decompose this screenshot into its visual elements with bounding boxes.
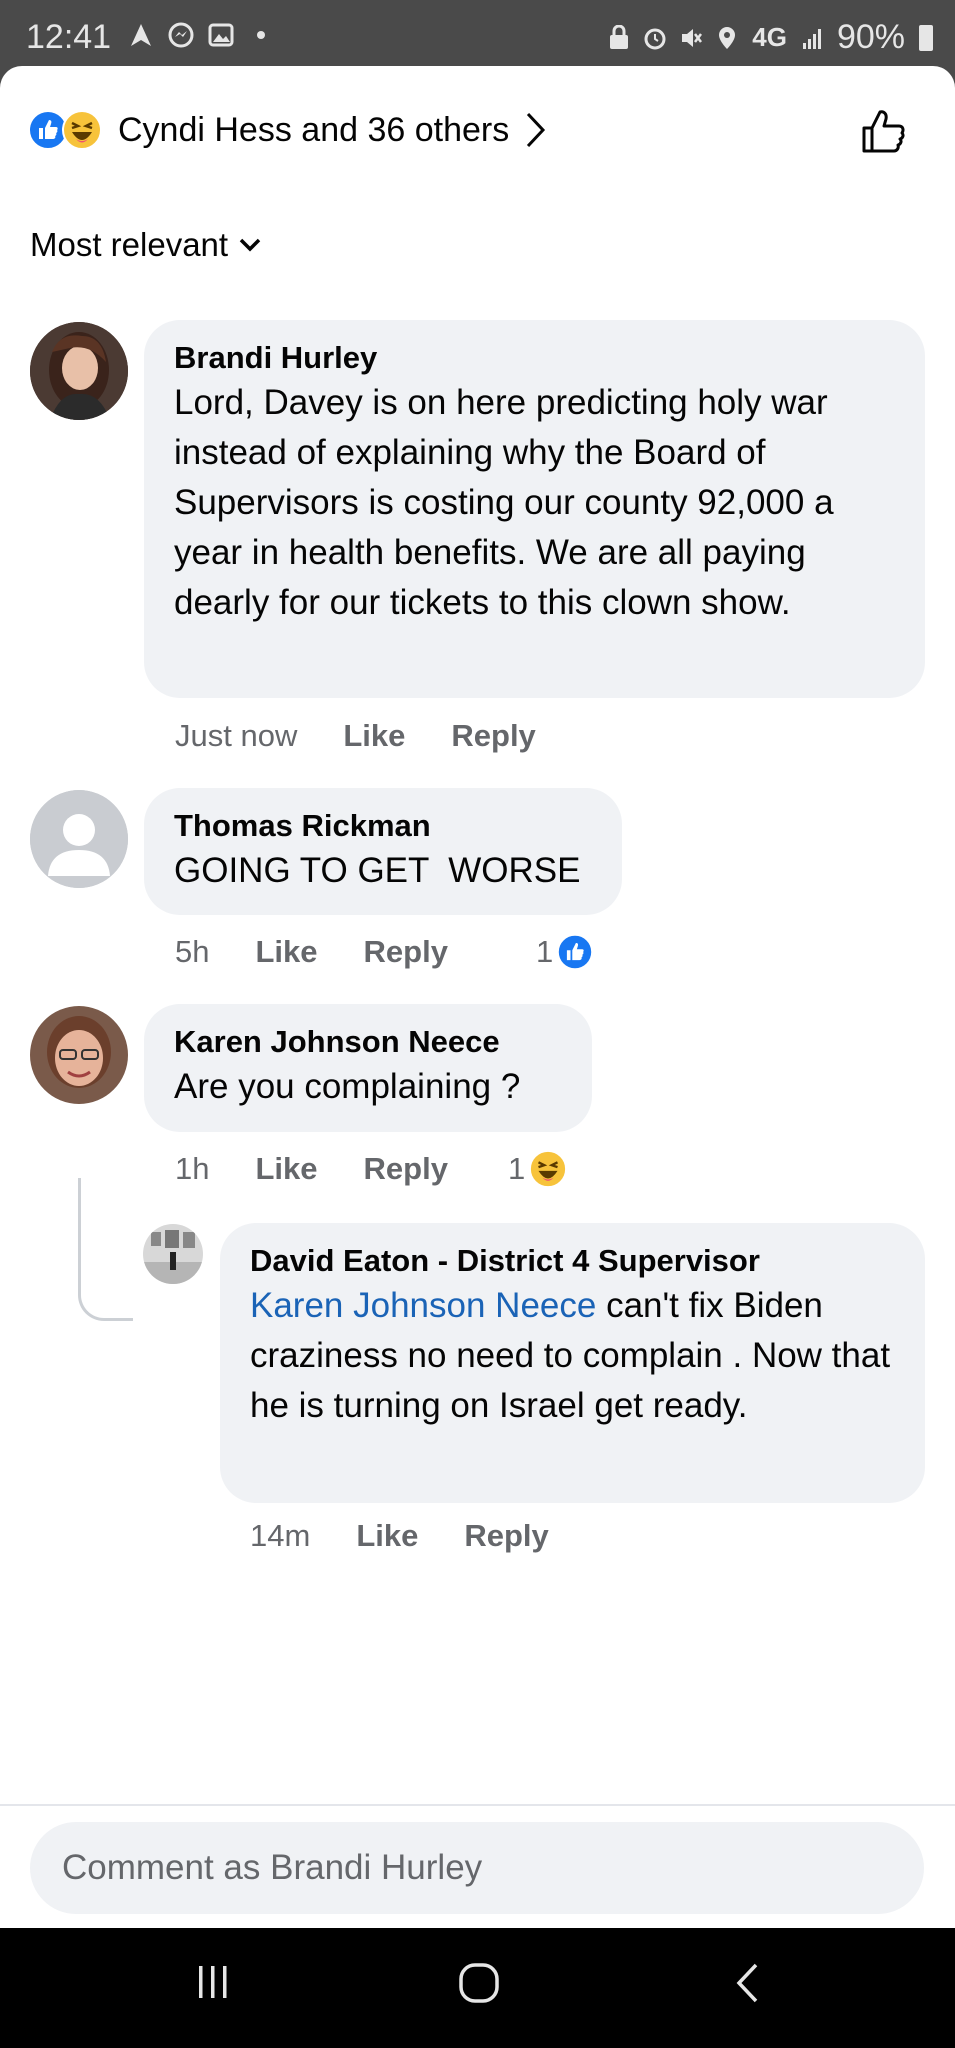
system-icons: 4G 90%	[608, 18, 933, 57]
comment-bubble: Karen Johnson Neece Are you complaining …	[144, 1004, 592, 1132]
reply-bubble: David Eaton - District 4 Supervisor Kare…	[220, 1223, 925, 1503]
like-button[interactable]: Like	[343, 718, 405, 754]
back-icon[interactable]	[734, 1962, 760, 2004]
comment-input[interactable]: Comment as Brandi Hurley	[30, 1822, 924, 1914]
avatar[interactable]	[30, 790, 128, 888]
comment-time: Just now	[175, 718, 298, 753]
sort-label: Most relevant	[30, 226, 229, 263]
reply-button[interactable]: Reply	[451, 718, 535, 754]
comment-actions: 14m Like Reply	[250, 1518, 595, 1554]
thumbs-up-icon[interactable]	[859, 106, 909, 156]
battery-percent: 90%	[836, 18, 905, 56]
comment-author[interactable]: Karen Johnson Neece	[174, 1022, 562, 1062]
status-time: 12:41	[26, 18, 112, 56]
comment-time: 5h	[175, 934, 210, 969]
reply-button[interactable]: Reply	[364, 1151, 448, 1187]
comment-author[interactable]: Thomas Rickman	[174, 806, 592, 846]
default-avatar-icon	[30, 790, 128, 888]
reply-button[interactable]: Reply	[464, 1518, 548, 1554]
avatar[interactable]	[30, 1006, 128, 1104]
comment-bubble: Brandi Hurley Lord, Davey is on here pre…	[144, 320, 925, 698]
home-icon[interactable]	[458, 1962, 500, 2004]
avatar[interactable]	[143, 1224, 203, 1284]
reply-thread-line	[78, 1178, 133, 1321]
profile-photo	[30, 1006, 128, 1104]
reactions-summary[interactable]: Cyndi Hess and 36 others	[28, 108, 547, 152]
reply-button[interactable]: Reply	[364, 934, 448, 970]
comment-text: Are you complaining ?	[174, 1067, 521, 1106]
comment-input-placeholder: Comment as Brandi Hurley	[62, 1848, 483, 1887]
notification-icons	[128, 22, 274, 48]
reaction-count[interactable]: 1	[507, 1150, 568, 1188]
location-icon	[719, 26, 736, 49]
like-button[interactable]: Like	[255, 934, 317, 970]
reactions-text: Cyndi Hess and 36 others	[118, 110, 510, 149]
navigation-icon	[131, 24, 151, 46]
status-bar: 12:41 4G 90%	[0, 0, 955, 66]
mention-link[interactable]: Karen Johnson Neece	[250, 1286, 596, 1325]
chevron-down-icon	[239, 238, 261, 252]
reaction-icons	[28, 108, 106, 152]
comment-actions: 5h Like Reply 1	[175, 934, 594, 970]
profile-photo	[30, 322, 128, 420]
recent-apps-icon[interactable]	[196, 1962, 230, 2002]
comment-author[interactable]: David Eaton - District 4 Supervisor	[250, 1241, 895, 1281]
reaction-count[interactable]: 1	[535, 934, 594, 970]
reaction-count-number: 1	[507, 1151, 526, 1186]
comment-bubble: Thomas Rickman GOING TO GET WORSE	[144, 788, 622, 915]
composer-divider	[0, 1804, 955, 1806]
like-button[interactable]: Like	[356, 1518, 418, 1554]
haha-icon	[529, 1150, 568, 1188]
haha-icon	[62, 110, 102, 150]
comment-time: 1h	[175, 1151, 210, 1186]
comment-text: Karen Johnson Neece can't fix Biden craz…	[250, 1281, 895, 1431]
comments-sheet: Cyndi Hess and 36 others Most relevant B…	[0, 66, 955, 1928]
comment-actions: 1h Like Reply 1	[175, 1150, 568, 1188]
chevron-right-icon	[527, 112, 546, 148]
gallery-icon	[208, 23, 234, 47]
comment-author[interactable]: Brandi Hurley	[174, 338, 895, 378]
messenger-icon	[168, 22, 194, 48]
like-button[interactable]: Like	[255, 1151, 317, 1187]
comment-actions: Just now Like Reply	[175, 718, 582, 754]
network-type: 4G	[752, 22, 787, 52]
reaction-count-number: 1	[535, 934, 554, 969]
battery-icon	[919, 24, 933, 51]
lock-icon	[610, 24, 629, 49]
navigation-bar	[0, 1928, 955, 2048]
comment-text: GOING TO GET WORSE	[174, 851, 581, 890]
alarm-icon	[644, 28, 666, 49]
profile-photo	[143, 1224, 203, 1284]
sort-dropdown[interactable]: Most relevant	[30, 226, 262, 264]
dot-icon	[257, 31, 265, 39]
avatar[interactable]	[30, 322, 128, 420]
comment-time: 14m	[250, 1518, 311, 1553]
comment-text: Lord, Davey is on here predicting holy w…	[174, 383, 834, 622]
mute-icon	[682, 28, 703, 47]
signal-icon	[802, 28, 821, 49]
like-icon	[557, 934, 594, 970]
